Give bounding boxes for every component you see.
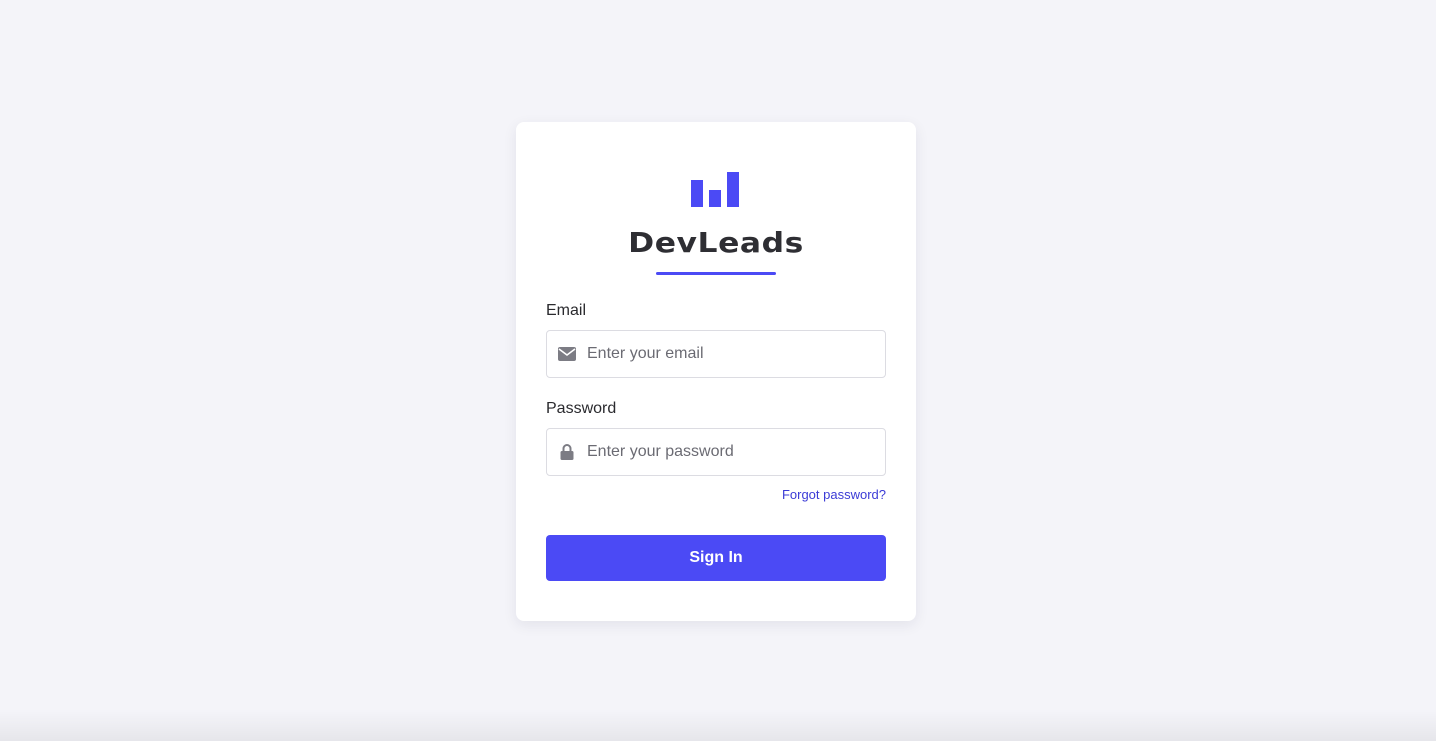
brand-name: DevLeads: [628, 226, 804, 259]
password-field-wrapper: [546, 428, 886, 476]
sign-in-button[interactable]: Sign In: [546, 535, 886, 581]
window-bottom-edge: [0, 711, 1436, 741]
email-label: Email: [546, 302, 587, 319]
password-label: Password: [546, 400, 617, 417]
login-page: DevLeads Email Password Forgot password?…: [0, 0, 1436, 741]
login-card: DevLeads Email Password Forgot password?…: [516, 122, 916, 621]
forgot-password-link[interactable]: Forgot password?: [782, 487, 886, 502]
brand-underline: [656, 272, 776, 275]
email-input[interactable]: [587, 331, 877, 377]
password-input[interactable]: [587, 429, 877, 475]
email-field-wrapper: [546, 330, 886, 378]
bar-chart-icon: [691, 172, 739, 207]
lock-icon: [560, 444, 574, 460]
envelope-icon: [558, 347, 576, 361]
